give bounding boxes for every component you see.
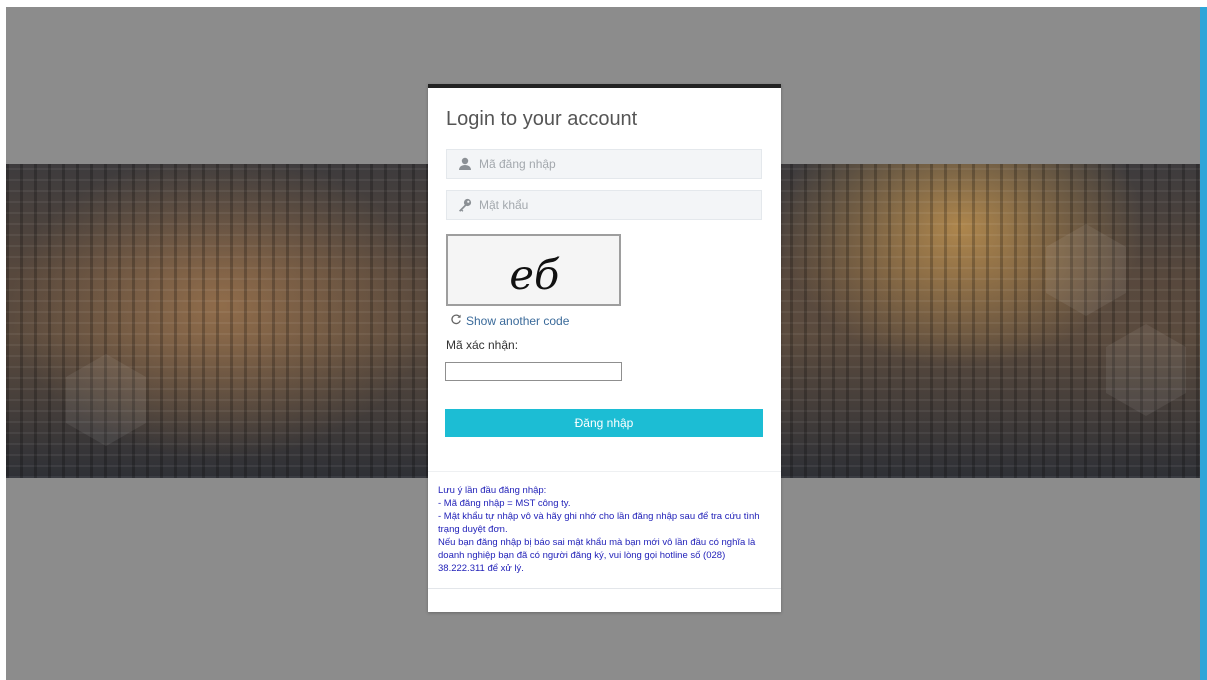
notice-line: Nếu bạn đăng nhập bị báo sai mật khẩu mà… <box>438 537 756 574</box>
user-icon <box>457 156 473 172</box>
show-another-code-link[interactable]: Show another code <box>450 313 569 328</box>
show-another-code-label: Show another code <box>466 313 570 328</box>
captcha-code-input[interactable] <box>445 362 622 381</box>
key-icon <box>457 197 473 213</box>
login-card: Login to your account eб Show another co… <box>428 84 781 612</box>
window-edge-bar <box>1200 7 1207 680</box>
login-button[interactable]: Đăng nhập <box>445 409 763 437</box>
username-field[interactable] <box>446 149 762 179</box>
login-title: Login to your account <box>446 108 638 130</box>
first-login-notice: Lưu ý lần đầu đăng nhập: - Mã đăng nhập … <box>428 471 781 589</box>
username-input[interactable] <box>479 150 749 178</box>
notice-line: - Mật khẩu tự nhập vô và hãy ghi nhớ cho… <box>438 511 760 535</box>
password-field[interactable] <box>446 190 762 220</box>
notice-line: Lưu ý lần đầu đăng nhập: <box>438 485 547 496</box>
captcha-glyphs: eб <box>509 250 560 299</box>
captcha-image: eб <box>446 234 621 306</box>
password-input[interactable] <box>479 191 749 219</box>
captcha-code-label: Mã xác nhận: <box>446 338 519 352</box>
captcha-text: eб <box>509 250 560 299</box>
notice-line: - Mã đăng nhập = MST công ty. <box>438 498 571 509</box>
refresh-icon <box>450 313 462 328</box>
